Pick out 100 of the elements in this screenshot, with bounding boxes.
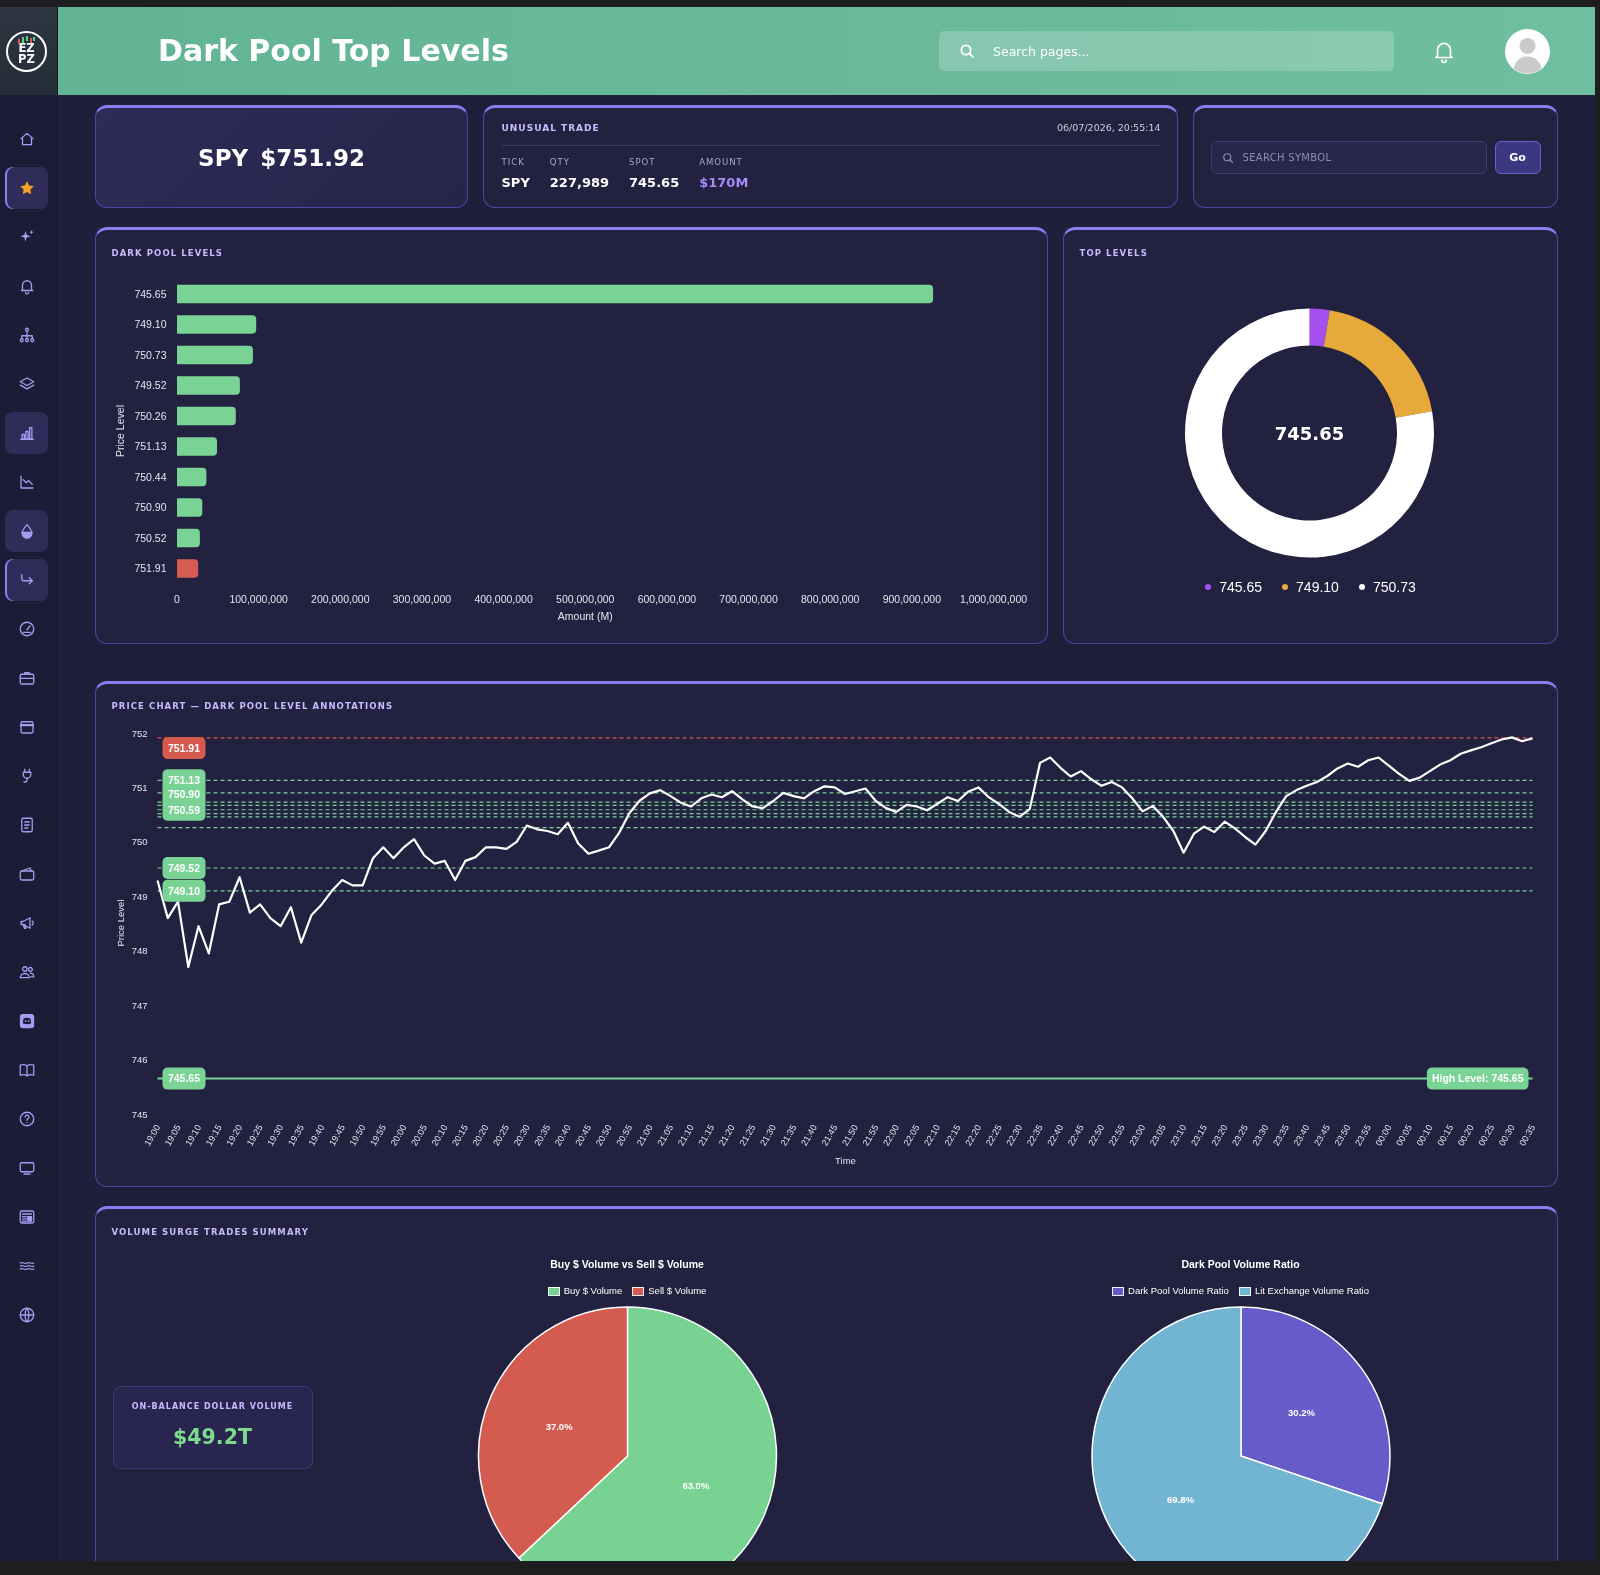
level-tag: High Level: 745.65 <box>1426 1067 1529 1090</box>
y-tick-label: 748 <box>131 945 148 957</box>
ref-line-label: 749.52 <box>167 861 201 874</box>
y-tick-label: 745.65 <box>134 287 167 300</box>
field-label: QTY <box>549 157 570 168</box>
field-label: SPOT <box>629 157 656 168</box>
axis-title: Price Level <box>114 899 126 947</box>
x-tick-label: 300,000,000 <box>392 593 452 605</box>
monitor-icon <box>17 1159 36 1177</box>
bar <box>177 498 203 517</box>
question-icon <box>17 1110 36 1128</box>
home-icon <box>17 130 36 148</box>
y-tick-label: 750.52 <box>134 531 167 544</box>
x-tick-label: 400,000,000 <box>474 593 533 605</box>
y-tick-label: 751.13 <box>134 440 167 453</box>
go-button[interactable]: Go <box>1494 141 1541 174</box>
y-tick-label: 750.44 <box>134 470 167 483</box>
y-tick-label: 752 <box>131 727 148 739</box>
panel-title: VOLUME SURGE TRADES SUMMARY <box>111 1226 310 1238</box>
hierarchy-icon <box>17 326 36 344</box>
slice-label: 37.0% <box>545 1420 573 1432</box>
field-value: 227,989 <box>549 175 610 191</box>
metric-value: $49.2T <box>173 1425 252 1449</box>
symbol-search-field[interactable]: SEARCH SYMBOL <box>1210 141 1487 174</box>
x-tick-label: 900,000,000 <box>882 593 942 605</box>
y-tick-label: 750.73 <box>134 348 167 361</box>
y-tick-label: 750.26 <box>134 409 167 422</box>
sidebar-button[interactable] <box>5 510 48 552</box>
wallet-icon <box>17 865 36 883</box>
y-tick-label: 745 <box>131 1108 148 1120</box>
annotation: High Level: 745.65 <box>1431 1072 1524 1085</box>
donut-center-label: 745.65 <box>1274 422 1345 444</box>
field-value: $170M <box>699 175 749 191</box>
legend-label: Lit Exchange Volume Ratio <box>1254 1285 1369 1297</box>
y-tick-label: 750 <box>131 836 148 848</box>
price-value: $751.92 <box>260 143 365 172</box>
globe-icon <box>17 1306 36 1324</box>
users-icon <box>17 963 36 981</box>
field-value: SPY <box>501 175 530 191</box>
x-tick-label: 600,000,000 <box>637 593 697 605</box>
page-title: Dark Pool Top Levels <box>158 33 509 69</box>
y-tick-label: 750.90 <box>134 501 167 514</box>
level-tag: 751.91 <box>162 737 206 759</box>
newspaper-icon <box>17 1208 36 1226</box>
legend-label: Buy $ Volume <box>563 1285 623 1297</box>
briefcase-icon <box>17 669 36 687</box>
y-tick-label: 749.10 <box>134 318 167 331</box>
bar-chart-icon <box>17 424 36 442</box>
y-tick-label: 751.91 <box>134 562 167 575</box>
card-title: UNUSUAL TRADE <box>501 122 600 134</box>
x-tick-label: 0 <box>174 593 180 605</box>
slice-label: 69.8% <box>1166 1493 1194 1505</box>
y-tick-label: 749 <box>131 890 148 902</box>
calendar-icon <box>17 718 36 736</box>
field-label: AMOUNT <box>699 157 743 168</box>
timestamp: 06/07/2026, 20:55:14 <box>1057 122 1161 134</box>
field-value: 745.65 <box>629 175 680 191</box>
chat-icon <box>17 1012 36 1030</box>
bar <box>177 406 236 426</box>
metric-label: ON-BALANCE DOLLAR VOLUME <box>131 1402 294 1412</box>
y-tick-label: 746 <box>131 1054 148 1066</box>
axis-title: Price Level <box>114 405 126 457</box>
ref-line-label: 749.10 <box>167 884 201 897</box>
logo[interactable]: EZ PZ <box>6 30 47 72</box>
bar <box>177 467 207 487</box>
legend-label: 749.10 <box>1296 579 1339 595</box>
level-tag-label: 750.90 <box>167 787 201 800</box>
chart-title: Buy $ Volume vs Sell $ Volume <box>550 1257 704 1272</box>
level-tag-label: 751.13 <box>167 774 201 787</box>
y-tick-label: 747 <box>131 999 148 1011</box>
panel-title: PRICE CHART — DARK POOL LEVEL ANNOTATIONS <box>111 700 394 712</box>
ref-line-label: 751.91 <box>167 741 201 754</box>
x-tick-label: 100,000,000 <box>229 593 288 605</box>
bar <box>177 528 200 548</box>
logo-text: PZ <box>18 53 35 65</box>
sidebar-button[interactable] <box>5 559 48 601</box>
bar <box>177 376 240 395</box>
bar <box>177 437 217 456</box>
logo-text: EZ <box>18 42 35 54</box>
sidebar-button[interactable] <box>5 412 48 454</box>
ref-line-label: 745.65 <box>167 1072 201 1085</box>
search-icon <box>1221 151 1234 164</box>
level-tag: 749.52 <box>162 857 206 879</box>
legend-label: 745.65 <box>1219 579 1263 595</box>
legend-label: 750.73 <box>1372 579 1416 595</box>
book-icon <box>17 1061 36 1079</box>
field-label: TICK <box>501 157 525 168</box>
y-tick-label: 751 <box>131 781 148 793</box>
candlestick-icon <box>18 35 35 44</box>
level-tag: 745.65 <box>162 1067 206 1090</box>
bar <box>177 559 199 578</box>
legend-label: Sell $ Volume <box>648 1285 707 1297</box>
y-tick-label: 749.52 <box>134 379 167 392</box>
x-tick-label: 700,000,000 <box>719 593 778 605</box>
sidebar-button[interactable] <box>5 167 48 209</box>
legend-label: Dark Pool Volume Ratio <box>1128 1285 1229 1297</box>
x-tick-label: 200,000,000 <box>311 593 370 605</box>
panel-title: TOP LEVELS <box>1079 247 1148 259</box>
search-field[interactable]: Search pages... <box>939 31 1394 71</box>
x-tick-label: 800,000,000 <box>801 593 860 605</box>
